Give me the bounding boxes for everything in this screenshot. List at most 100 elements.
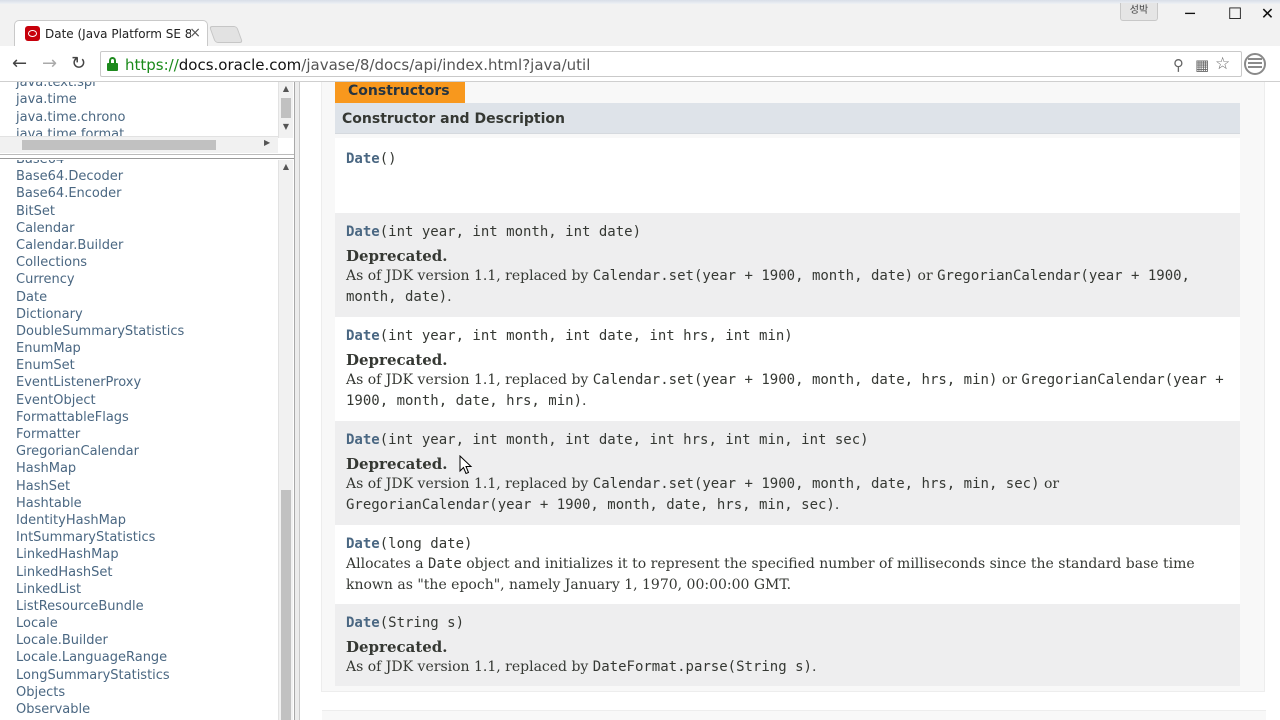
class-link[interactable]: Base64.Decoder — [16, 168, 184, 185]
new-tab-button[interactable] — [208, 26, 244, 43]
constructor-params: (long date) — [379, 536, 473, 552]
maximize-icon[interactable]: ☐ — [1215, 4, 1255, 23]
constructor-name-link[interactable]: Date — [346, 432, 380, 448]
class-link[interactable]: GregorianCalendar — [16, 443, 184, 460]
secure-lock-icon — [107, 57, 118, 71]
constructor-name-link[interactable]: Date — [346, 224, 380, 240]
window-top-edge — [0, 0, 1280, 4]
tab-close-icon[interactable]: × — [189, 25, 201, 41]
class-link[interactable]: LinkedList — [16, 581, 184, 598]
class-link[interactable]: Date — [16, 289, 184, 306]
url-scheme: https:// — [125, 56, 179, 74]
constructor-name-link[interactable]: Date — [346, 536, 380, 552]
code-reference[interactable]: Calendar.set(year + 1900, month, date, h… — [593, 372, 998, 388]
scroll-thumb[interactable] — [281, 490, 291, 720]
class-link[interactable]: HashMap — [16, 460, 184, 477]
constructor-signature: Date(int year, int month, int date, int … — [346, 328, 793, 344]
reload-icon[interactable]: ↻ — [71, 53, 86, 74]
class-link[interactable]: EventListenerProxy — [16, 374, 184, 391]
constructor-name-link[interactable]: Date — [346, 328, 380, 344]
scroll-right-icon[interactable]: ▶ — [264, 138, 270, 147]
class-link[interactable]: Formatter — [16, 426, 184, 443]
package-list-frame: java.text.spi java.time java.time.chrono ja… — [0, 82, 294, 155]
deprecated-label: Deprecated. — [346, 455, 448, 473]
code-reference[interactable]: DateFormat.parse(String s) — [593, 659, 812, 675]
package-link[interactable]: java.time.chrono — [16, 109, 125, 126]
constructor-signature: Date(long date) — [346, 536, 472, 552]
minimize-icon[interactable]: ─ — [1170, 4, 1210, 23]
class-link[interactable]: Hashtable — [16, 495, 184, 512]
constructor-params: (int year, int month, int date) — [379, 224, 642, 240]
class-link[interactable]: EventObject — [16, 392, 184, 409]
next-section-edge — [322, 710, 1266, 720]
chrome-menu-icon[interactable] — [1244, 53, 1266, 75]
class-detail-frame: Constructors Constructor and Description… — [300, 82, 1280, 720]
code-reference[interactable]: Calendar.set(year + 1900, month, date, h… — [593, 476, 1040, 492]
class-link[interactable]: LinkedHashMap — [16, 546, 184, 563]
class-link[interactable]: EnumSet — [16, 357, 184, 374]
class-link[interactable]: Currency — [16, 271, 184, 288]
class-link[interactable]: Locale — [16, 615, 184, 632]
oracle-favicon-icon — [25, 26, 40, 41]
package-link[interactable]: java.text.spi — [16, 82, 125, 91]
class-link[interactable]: Locale.Builder — [16, 632, 184, 649]
class-link[interactable]: IntSummaryStatistics — [16, 529, 184, 546]
package-link[interactable]: java.time — [16, 91, 125, 108]
close-window-icon[interactable]: ✕ — [1255, 4, 1280, 23]
tab-title: Date (Java Platform SE 8 — [45, 27, 191, 41]
package-list: java.text.spi java.time java.time.chrono ja… — [16, 82, 125, 143]
class-link[interactable]: LongSummaryStatistics — [16, 667, 184, 684]
class-link[interactable]: BitSet — [16, 203, 184, 220]
class-link[interactable]: Calendar.Builder — [16, 237, 184, 254]
package-horizontal-scrollbar[interactable]: ▶ — [0, 136, 278, 153]
bookmark-star-icon[interactable]: ☆ — [1215, 54, 1230, 74]
class-link[interactable]: Base64 — [16, 160, 184, 168]
scroll-up-icon[interactable]: ▲ — [279, 84, 293, 93]
class-link[interactable]: IdentityHashMap — [16, 512, 184, 529]
class-link[interactable]: Locale.LanguageRange — [16, 649, 184, 666]
back-icon[interactable]: ← — [12, 53, 27, 74]
translate-icon[interactable]: ▦ — [1195, 56, 1209, 74]
class-link[interactable]: EnumMap — [16, 340, 184, 357]
description-text: . — [834, 497, 840, 513]
frame-splitter[interactable] — [0, 155, 294, 159]
constructor-params: (int year, int month, int date, int hrs,… — [379, 328, 793, 344]
scroll-up-icon[interactable]: ▲ — [279, 162, 293, 171]
deprecated-label: Deprecated. — [346, 247, 448, 265]
constructor-description: As of JDK version 1.1, replaced by Calen… — [346, 370, 1230, 412]
forward-icon[interactable]: → — [42, 53, 57, 74]
code-reference[interactable]: Calendar.set(year + 1900, month, date) — [593, 268, 913, 284]
constructor-description: Allocates a Date object and initializes … — [346, 554, 1230, 596]
constructor-name-link[interactable]: Date — [346, 151, 380, 167]
constructors-caption: Constructors — [335, 82, 465, 103]
constructor-name-link[interactable]: Date — [346, 615, 380, 631]
class-link[interactable]: ListResourceBundle — [16, 598, 184, 615]
address-bar[interactable]: https://docs.oracle.com/javase/8/docs/ap… — [100, 51, 1242, 77]
class-link[interactable]: DoubleSummaryStatistics — [16, 323, 184, 340]
class-link[interactable]: Collections — [16, 254, 184, 271]
class-link[interactable]: Base64.Encoder — [16, 185, 184, 202]
description-text: As of JDK version 1.1, replaced by — [346, 372, 593, 388]
scroll-thumb[interactable] — [281, 98, 291, 118]
scroll-thumb-horizontal[interactable] — [22, 140, 216, 150]
scroll-down-icon[interactable]: ▼ — [279, 122, 293, 131]
zoom-icon[interactable]: ⚲ — [1173, 56, 1184, 74]
class-link[interactable]: Dictionary — [16, 306, 184, 323]
constructor-row: Date(long date) Allocates a Date object a… — [335, 525, 1240, 604]
class-link[interactable]: FormattableFlags — [16, 409, 184, 426]
constructor-description: As of JDK version 1.1, replaced by DateF… — [346, 657, 1230, 678]
class-link[interactable]: Objects — [16, 684, 184, 701]
description-text: or — [997, 372, 1022, 388]
description-text: or — [1039, 476, 1060, 492]
class-link[interactable]: LinkedHashSet — [16, 564, 184, 581]
class-vertical-scrollbar[interactable]: ▲ — [278, 160, 293, 720]
class-link[interactable]: Calendar — [16, 220, 184, 237]
browser-tab[interactable]: Date (Java Platform SE 8 × — [14, 20, 208, 46]
constructor-description: As of JDK version 1.1, replaced by Calen… — [346, 474, 1230, 516]
code-reference[interactable]: GregorianCalendar(year + 1900, month, da… — [346, 497, 835, 513]
constructor-params: () — [379, 151, 397, 167]
class-link[interactable]: Observable — [16, 701, 184, 718]
package-vertical-scrollbar[interactable]: ▲ ▼ — [278, 82, 293, 138]
profile-button[interactable]: 성박 — [1120, 3, 1158, 21]
class-link[interactable]: HashSet — [16, 478, 184, 495]
